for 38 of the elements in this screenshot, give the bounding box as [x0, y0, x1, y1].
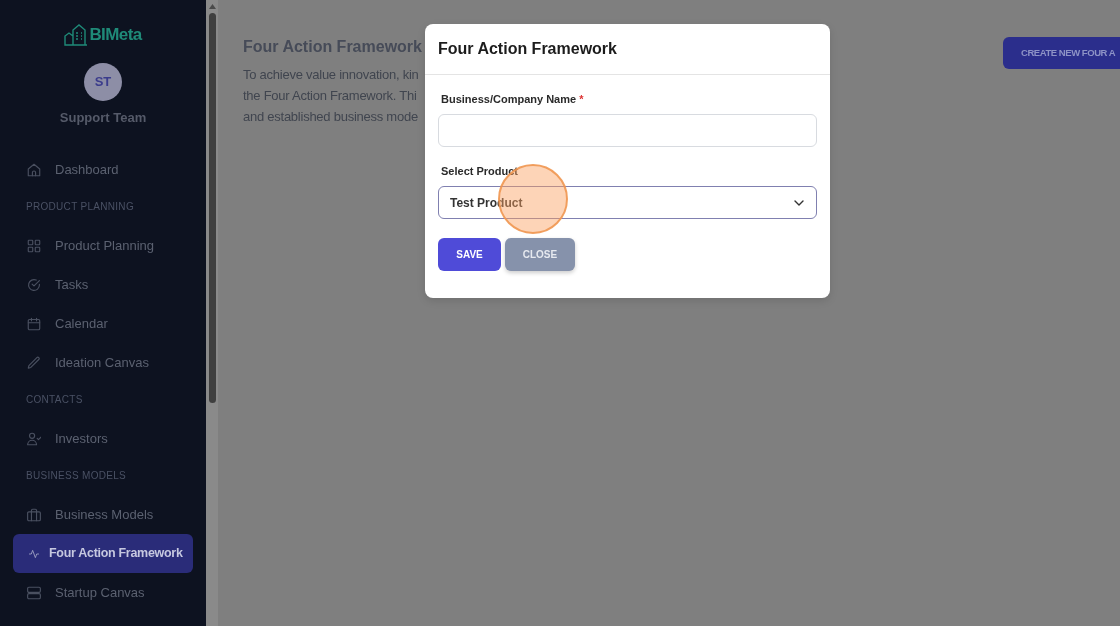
- page-title: Four Action Framework: [243, 37, 422, 56]
- scroll-up-arrow-icon[interactable]: [208, 4, 216, 9]
- section-heading: CONTACTS: [25, 393, 83, 407]
- logo-text: BIMeta: [89, 25, 142, 45]
- grid-icon: [27, 238, 41, 253]
- check-circle-icon: [27, 277, 41, 292]
- sidebar-item[interactable]: Dashboard: [13, 150, 193, 189]
- product-select[interactable]: Test Product: [438, 186, 817, 219]
- sidebar-item[interactable]: Four Action Framework: [13, 534, 193, 573]
- chevron-down-icon: [794, 199, 804, 206]
- close-button[interactable]: CLOSE: [505, 238, 575, 271]
- pencil-icon: [27, 355, 41, 370]
- create-button[interactable]: CREATE NEW FOUR A: [1003, 37, 1120, 69]
- field-label: Business/Company Name *: [441, 92, 584, 106]
- scrollbar[interactable]: [206, 0, 218, 626]
- sidebar-item[interactable]: Ideation Canvas: [13, 343, 193, 382]
- save-button[interactable]: SAVE: [438, 238, 501, 271]
- calendar-icon: [27, 316, 41, 331]
- sidebar-item[interactable]: Business Models: [13, 495, 193, 534]
- sidebar-item[interactable]: Tasks: [13, 265, 193, 304]
- home-icon: [27, 162, 41, 177]
- user-check-icon: [27, 431, 41, 446]
- intro-paragraph: To achieve value innovation, kin the Four Action Framework. Thi and established business mode: [243, 66, 419, 126]
- section-heading: BUSINESS MODELS: [25, 469, 127, 483]
- user-name: Support Team: [59, 110, 147, 126]
- sidebar-item[interactable]: Startup Canvas: [13, 573, 193, 612]
- dialog-title: Four Action Framework: [438, 39, 617, 59]
- pulse-icon: [29, 548, 39, 559]
- sidebar-item[interactable]: Investors: [13, 419, 193, 458]
- building-logo-icon: [64, 24, 89, 46]
- user-avatar: ST: [84, 63, 122, 101]
- section-heading: PRODUCT PLANNING: [25, 200, 134, 214]
- sidebar-item[interactable]: Product Planning: [13, 226, 193, 265]
- sidebar-item[interactable]: Calendar: [13, 304, 193, 343]
- company-name-input[interactable]: [438, 114, 817, 147]
- briefcase-icon: [27, 507, 41, 522]
- scrollbar-thumb[interactable]: [208, 13, 216, 403]
- stack-icon: [27, 585, 41, 600]
